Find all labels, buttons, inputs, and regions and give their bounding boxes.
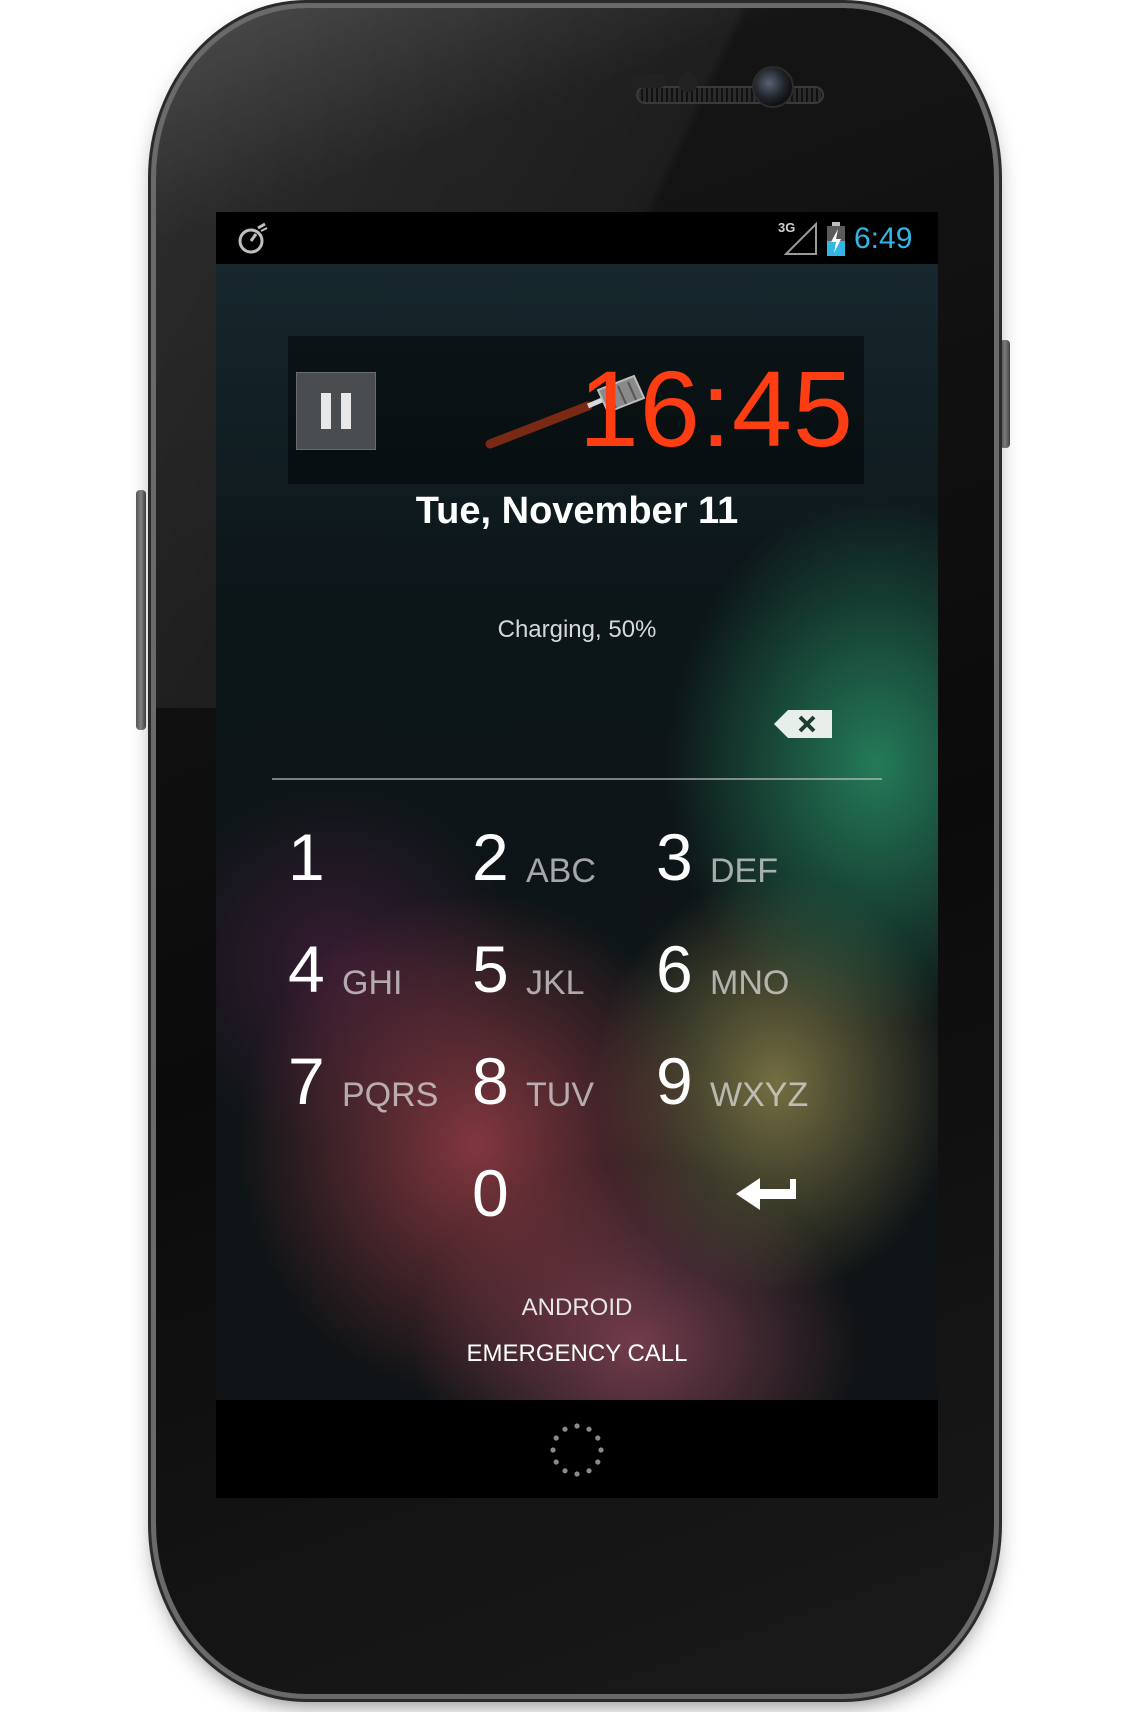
- key-8[interactable]: 8 TUV: [472, 1022, 672, 1132]
- charging-status: Charging, 50%: [497, 616, 657, 643]
- key-digit: 0: [472, 1156, 509, 1230]
- key-digit: 9: [656, 1044, 693, 1118]
- signal-indicator: 3G: [778, 220, 818, 256]
- key-digit: 3: [656, 820, 693, 894]
- key-digit: 4: [288, 932, 325, 1006]
- key-digit: 2: [472, 820, 509, 894]
- key-letters: MNO: [710, 964, 790, 1002]
- key-letters: ABC: [526, 852, 596, 890]
- earpiece-speaker: [636, 86, 824, 104]
- phone-screen: 3G 6:49 16:45 Tue, November 11 Charging,…: [216, 212, 938, 1498]
- key-letters: WXYZ: [710, 1076, 809, 1114]
- home-ring-icon[interactable]: [547, 1420, 607, 1480]
- signal-icon: [783, 221, 817, 255]
- timer-display: 16:45: [578, 348, 854, 469]
- front-camera: [752, 66, 794, 108]
- power-button: [1000, 340, 1010, 448]
- enter-arrow-icon[interactable]: [732, 1174, 804, 1214]
- pin-entry-divider: [272, 778, 882, 780]
- key-digit: 7: [288, 1044, 325, 1118]
- key-6[interactable]: 6 MNO: [656, 910, 856, 1020]
- status-bar: 3G 6:49: [216, 212, 938, 264]
- timer-widget: 16:45: [288, 336, 864, 484]
- pause-button[interactable]: [296, 372, 376, 450]
- light-sensor: [678, 72, 698, 92]
- key-7[interactable]: 7 PQRS: [288, 1022, 488, 1132]
- key-digit: 1: [288, 820, 325, 894]
- proximity-sensor: [630, 74, 666, 88]
- emergency-call-button[interactable]: EMERGENCY CALL: [216, 1340, 938, 1368]
- key-9[interactable]: 9 WXYZ: [656, 1022, 856, 1132]
- carrier-label: ANDROID: [521, 1294, 633, 1321]
- key-letters: DEF: [710, 852, 778, 890]
- stopwatch-icon: [238, 222, 268, 254]
- status-clock: 6:49: [854, 222, 913, 255]
- navigation-bar: [216, 1400, 938, 1498]
- volume-button: [136, 490, 146, 730]
- key-5[interactable]: 5 JKL: [472, 910, 672, 1020]
- pause-icon: [321, 393, 331, 429]
- key-letters: PQRS: [342, 1076, 439, 1114]
- battery-charging-icon: [827, 222, 845, 256]
- key-1[interactable]: 1: [288, 798, 488, 908]
- key-digit: 5: [472, 932, 509, 1006]
- key-letters: GHI: [342, 964, 403, 1002]
- key-2[interactable]: 2 ABC: [472, 798, 672, 908]
- key-0[interactable]: 0: [472, 1134, 672, 1244]
- backspace-icon[interactable]: [772, 706, 834, 742]
- key-digit: 8: [472, 1044, 509, 1118]
- key-digit: 6: [656, 932, 693, 1006]
- key-letters: JKL: [526, 964, 585, 1002]
- pause-icon-bar: [341, 393, 351, 429]
- key-letters: TUV: [526, 1076, 594, 1114]
- lockscreen-date: Tue, November 11: [415, 490, 739, 532]
- key-4[interactable]: 4 GHI: [288, 910, 488, 1020]
- key-3[interactable]: 3 DEF: [656, 798, 856, 908]
